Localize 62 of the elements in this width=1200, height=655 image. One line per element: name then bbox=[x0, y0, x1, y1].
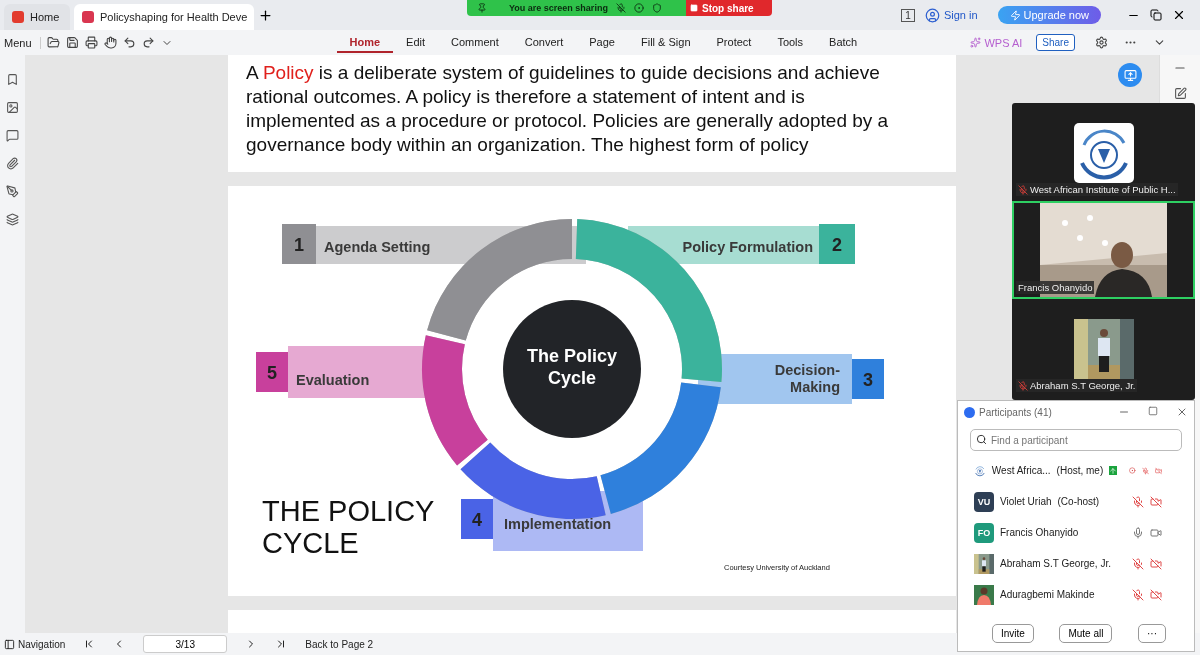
ribbon-tab[interactable]: Fill & Sign bbox=[628, 32, 704, 53]
body-paragraph: A Policy is a deliberate system of guidelines to guide decisions and achieve rational outcomes. A policy is therefore a statement of intent and is implemented as a procedure or protocol. Policies are generally adopted by a governance body within an organization. The highest form of policy bbox=[245, 61, 890, 157]
stop-share-button[interactable]: Stop share bbox=[686, 0, 772, 16]
sharing-message: You are screen sharing bbox=[509, 3, 608, 13]
ai-button[interactable]: WPS AI bbox=[970, 36, 1023, 49]
mute-all-button[interactable]: Mute all bbox=[1059, 623, 1113, 643]
video-tile[interactable]: Abraham S.T George, Jr. bbox=[1012, 299, 1195, 397]
upgrade-button[interactable]: Upgrade now bbox=[997, 6, 1101, 24]
ribbon-tab[interactable]: Edit bbox=[393, 32, 439, 53]
page-count-badge[interactable]: 1 bbox=[901, 8, 915, 22]
participant-row[interactable]: Abraham S.T George, Jr. bbox=[958, 548, 1194, 579]
more-button[interactable]: ··· bbox=[1138, 623, 1166, 643]
participant-name: Aduragbemi Makinde bbox=[1000, 589, 1095, 600]
step-label: Decision- bbox=[774, 362, 840, 378]
participant-row[interactable]: Aduragbemi Makinde bbox=[958, 579, 1194, 610]
step-label: Implementation bbox=[504, 516, 612, 532]
participant-name: Abraham S.T George, Jr. bbox=[1016, 379, 1138, 392]
page-number-field[interactable]: 3/13 bbox=[143, 635, 228, 653]
search-field[interactable]: Find a participant bbox=[970, 429, 1182, 451]
navigation-button[interactable]: Navigation bbox=[4, 638, 66, 650]
participant-name: Francis Ohanyido bbox=[1016, 281, 1095, 294]
slide-title: CYCLE bbox=[262, 527, 359, 559]
participant-name: West Africa... bbox=[991, 465, 1051, 476]
slide-title: THE POLICY bbox=[262, 495, 435, 527]
avatar: VU bbox=[974, 491, 994, 512]
participant-name: Francis Ohanyido bbox=[1000, 527, 1079, 538]
step-label: Policy Formulation bbox=[682, 239, 813, 255]
step-label: Agenda Setting bbox=[324, 239, 431, 255]
participant-role: (Host, me) bbox=[1056, 465, 1104, 476]
invite-button[interactable]: Invite bbox=[992, 623, 1034, 643]
ribbon-tab[interactable]: Comment bbox=[438, 32, 512, 53]
sign-in-link[interactable]: Sign in bbox=[924, 7, 978, 23]
participant-name: Violet Uriah bbox=[1000, 496, 1052, 507]
ribbon-tab[interactable]: Tools bbox=[764, 32, 817, 53]
share-button[interactable]: Share bbox=[1036, 34, 1075, 51]
step-number: 2 bbox=[832, 235, 842, 255]
step-number: 4 bbox=[472, 510, 482, 530]
ribbon-tab[interactable]: Convert bbox=[511, 32, 577, 53]
cycle-center-text: Cycle bbox=[548, 368, 596, 388]
participant-row[interactable]: FO Francis Ohanyido bbox=[958, 517, 1194, 548]
menu-button[interactable]: Menu bbox=[4, 36, 41, 49]
ribbon-tab[interactable]: Home bbox=[336, 32, 394, 53]
app-tab[interactable]: Home bbox=[4, 4, 70, 30]
participant-role: (Co-host) bbox=[1057, 496, 1100, 507]
window-title: Participants (41) bbox=[979, 406, 1052, 418]
step-label: Making bbox=[790, 379, 840, 395]
video-tile[interactable]: Francis Ohanyido bbox=[1012, 201, 1195, 299]
app-tab[interactable]: Policyshaping for Health Deve bbox=[74, 4, 254, 30]
participant-name: West African Institute of Public H... bbox=[1016, 183, 1178, 196]
back-link[interactable]: Back to Page 2 bbox=[305, 638, 374, 650]
step-number: 5 bbox=[267, 363, 277, 383]
ribbon-tab[interactable]: Batch bbox=[816, 32, 871, 53]
ribbon-tab[interactable]: Page bbox=[576, 32, 628, 53]
video-tile[interactable]: West African Institute of Public H... bbox=[1012, 103, 1195, 201]
step-number: 1 bbox=[294, 235, 304, 255]
cycle-center-text: The Policy bbox=[527, 346, 617, 366]
participant-row[interactable]: VU Violet Uriah (Co-host) bbox=[958, 486, 1194, 517]
participant-name: Abraham S.T George, Jr. bbox=[1000, 558, 1111, 569]
avatar: FO bbox=[974, 522, 994, 543]
step-number: 3 bbox=[863, 370, 873, 390]
ribbon-tab[interactable]: Protect bbox=[703, 32, 765, 53]
step-label: Evaluation bbox=[296, 372, 370, 388]
